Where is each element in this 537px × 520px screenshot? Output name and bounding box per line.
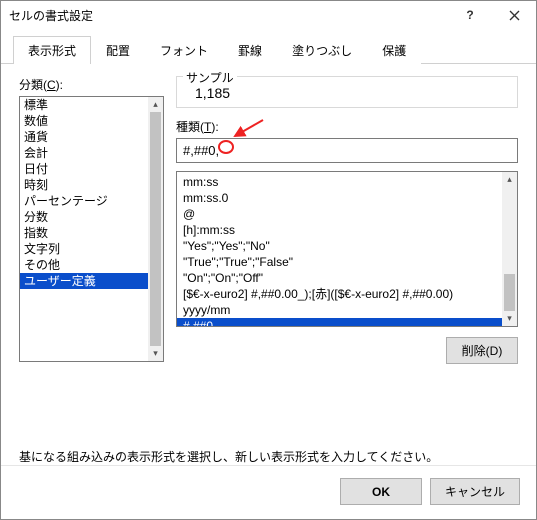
titlebar: セルの書式設定 ?	[1, 1, 536, 29]
category-item[interactable]: 文字列	[20, 241, 148, 257]
category-item[interactable]: 通貨	[20, 129, 148, 145]
category-listbox[interactable]: 標準 数値 通貨 会計 日付 時刻 パーセンテージ 分数 指数 文字列 その他 …	[19, 96, 164, 362]
category-item[interactable]: 会計	[20, 145, 148, 161]
format-item[interactable]: "True";"True";"False"	[177, 254, 502, 270]
category-label: 分類(C):	[19, 76, 164, 93]
format-item[interactable]: mm:ss.0	[177, 190, 502, 206]
scroll-thumb[interactable]	[150, 112, 161, 346]
category-item[interactable]: 日付	[20, 161, 148, 177]
help-icon: ?	[464, 9, 476, 21]
close-icon	[509, 10, 520, 21]
category-item[interactable]: 指数	[20, 225, 148, 241]
category-item[interactable]: 時刻	[20, 177, 148, 193]
tab-font[interactable]: フォント	[145, 36, 223, 64]
format-scrollbar[interactable]: ▴ ▾	[502, 172, 517, 326]
category-item[interactable]: ユーザー定義	[20, 273, 148, 289]
format-item[interactable]: [h]:mm:ss	[177, 222, 502, 238]
format-listbox-inner: mm:ss mm:ss.0 @ [h]:mm:ss "Yes";"Yes";"N…	[177, 172, 502, 326]
scroll-track[interactable]	[502, 187, 517, 311]
scroll-up-icon[interactable]: ▴	[148, 97, 163, 112]
type-input[interactable]	[176, 138, 518, 163]
tab-border[interactable]: 罫線	[223, 36, 277, 64]
dialog-footer: OK キャンセル	[1, 465, 536, 519]
sample-label: サンプル	[183, 69, 237, 86]
tab-number-format[interactable]: 表示形式	[13, 36, 91, 64]
category-column: 分類(C): 標準 数値 通貨 会計 日付 時刻 パーセンテージ 分数 指数 文…	[19, 76, 164, 434]
category-item[interactable]: その他	[20, 257, 148, 273]
help-button[interactable]: ?	[448, 1, 492, 29]
category-item[interactable]: パーセンテージ	[20, 193, 148, 209]
right-column: サンプル 1,185 種類(T):	[176, 76, 518, 434]
delete-row: 削除(D)	[176, 337, 518, 364]
format-item[interactable]: "Yes";"Yes";"No"	[177, 238, 502, 254]
format-item[interactable]: @	[177, 206, 502, 222]
category-listbox-inner: 標準 数値 通貨 会計 日付 時刻 パーセンテージ 分数 指数 文字列 その他 …	[20, 97, 148, 361]
category-scrollbar[interactable]: ▴ ▾	[148, 97, 163, 361]
tab-protection[interactable]: 保護	[367, 36, 421, 64]
scroll-track[interactable]	[148, 112, 163, 346]
format-listbox[interactable]: mm:ss mm:ss.0 @ [h]:mm:ss "Yes";"Yes";"N…	[176, 171, 518, 327]
ok-button[interactable]: OK	[340, 478, 422, 505]
cancel-button[interactable]: キャンセル	[430, 478, 520, 505]
tabs: 表示形式 配置 フォント 罫線 塗りつぶし 保護	[1, 29, 536, 64]
format-cells-dialog: セルの書式設定 ? 表示形式 配置 フォント 罫線 塗りつぶし 保護 分類(C)…	[0, 0, 537, 520]
category-item[interactable]: 分数	[20, 209, 148, 225]
format-item[interactable]: "On";"On";"Off"	[177, 270, 502, 286]
tab-alignment[interactable]: 配置	[91, 36, 145, 64]
scroll-thumb[interactable]	[504, 274, 515, 311]
format-item[interactable]: [$€-x-euro2] #,##0.00_);[赤]([$€-x-euro2]…	[177, 286, 502, 302]
format-item[interactable]: yyyy/mm	[177, 302, 502, 318]
format-item[interactable]: #,##0,	[177, 318, 502, 326]
type-label: 種類(T):	[176, 118, 518, 135]
svg-text:?: ?	[466, 9, 473, 21]
delete-button[interactable]: 削除(D)	[446, 337, 518, 364]
scroll-up-icon[interactable]: ▴	[502, 172, 517, 187]
scroll-down-icon[interactable]: ▾	[502, 311, 517, 326]
tab-content: 分類(C): 標準 数値 通貨 会計 日付 時刻 パーセンテージ 分数 指数 文…	[1, 64, 536, 434]
format-item[interactable]: mm:ss	[177, 174, 502, 190]
scroll-down-icon[interactable]: ▾	[148, 346, 163, 361]
hint-text: 基になる組み込みの表示形式を選択し、新しい表示形式を入力してください。	[1, 434, 536, 465]
close-button[interactable]	[492, 1, 536, 29]
sample-box: サンプル 1,185	[176, 76, 518, 108]
category-item[interactable]: 数値	[20, 113, 148, 129]
tab-fill[interactable]: 塗りつぶし	[277, 36, 367, 64]
dialog-title: セルの書式設定	[9, 7, 448, 24]
category-item[interactable]: 標準	[20, 97, 148, 113]
